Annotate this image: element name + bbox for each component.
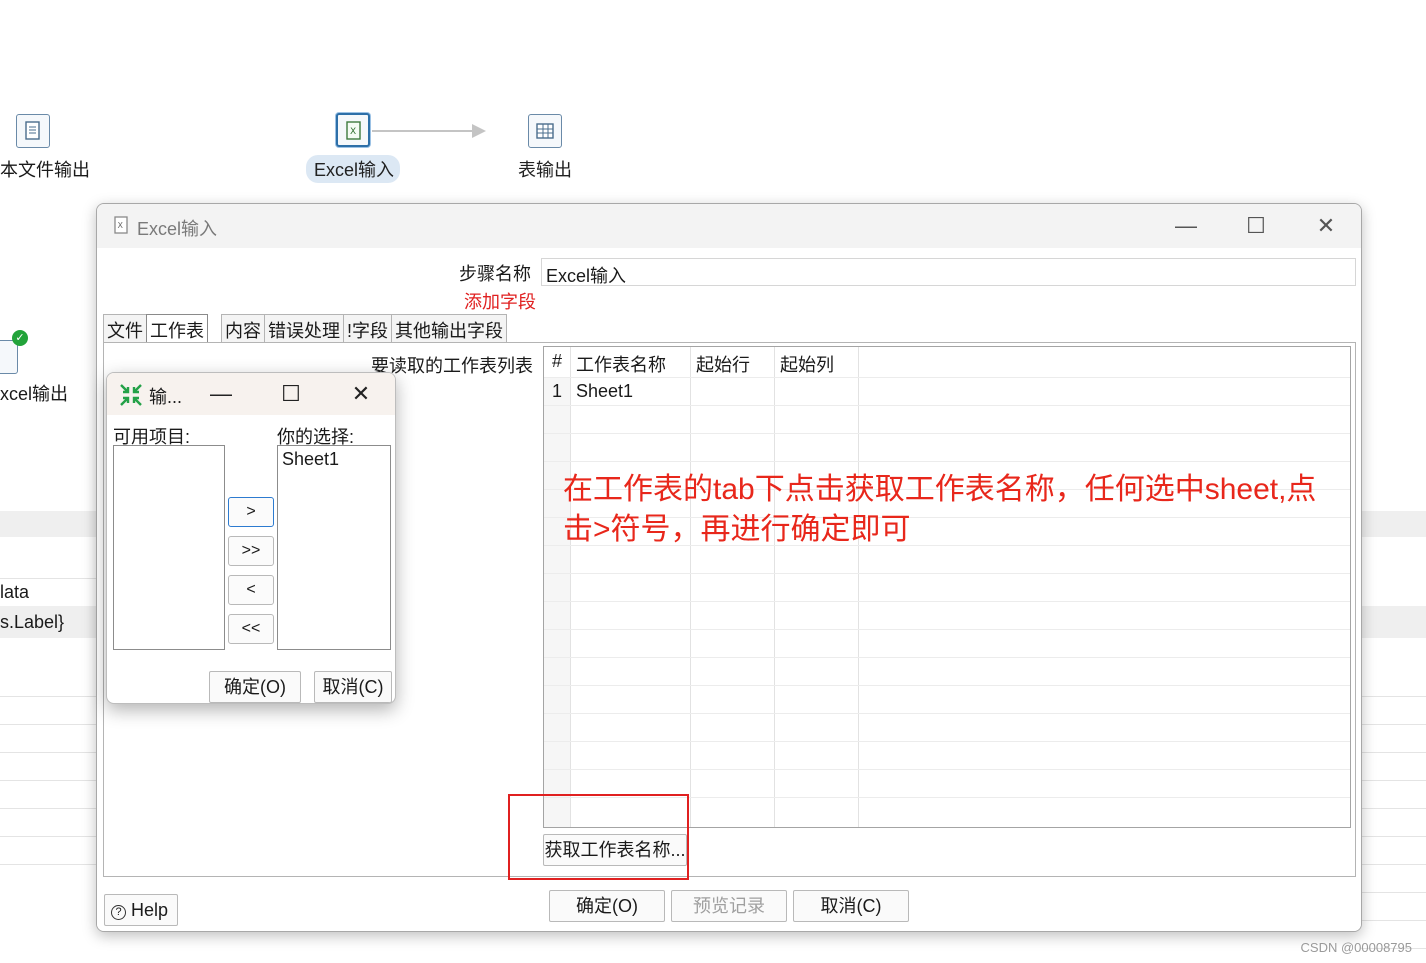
close-button[interactable]: ✕ — [341, 379, 381, 409]
bg-tab-label: lata — [0, 582, 30, 602]
tab-sheets[interactable]: 工作表 — [146, 314, 208, 342]
tab-content[interactable]: 内容 — [221, 314, 265, 342]
svg-text:X: X — [350, 127, 356, 137]
node-label: 表输出 — [518, 160, 572, 180]
node-table-output[interactable]: 表输出 — [505, 114, 585, 182]
text-file-output-icon — [16, 114, 50, 148]
node-text-file-output[interactable] — [16, 114, 50, 148]
hop-arrow[interactable] — [372, 124, 486, 138]
remove-one-button[interactable]: < — [228, 575, 274, 605]
tab-fields[interactable]: !字段 — [343, 314, 393, 342]
select-cancel-button[interactable]: 取消(C) — [314, 671, 392, 703]
select-sheets-dialog: 输... — ☐ ✕ 可用项目: 你的选择: Sheet1 > >> < << … — [106, 372, 396, 704]
grid-header-start-row[interactable]: 起始行 — [690, 347, 756, 377]
step-name-input[interactable]: Excel输入 — [541, 258, 1356, 286]
bg-panel-band — [1360, 511, 1426, 537]
help-icon: ? — [111, 905, 126, 920]
node-excel-output[interactable] — [0, 340, 18, 374]
close-button[interactable]: ✕ — [1303, 210, 1349, 242]
watermark: CSDN @00008795 — [1300, 940, 1412, 955]
grid-header-index[interactable]: # — [546, 347, 568, 377]
select-dialog-titlebar[interactable]: 输... — ☐ ✕ — [107, 373, 395, 415]
selected-items-list[interactable]: Sheet1 — [277, 445, 391, 650]
remove-all-button[interactable]: << — [228, 614, 274, 644]
svg-text:X: X — [118, 221, 124, 230]
dialog-title: Excel输入 — [137, 219, 218, 239]
tab-bar: 文件 工作表 内容 错误处理 !字段 其他输出字段 — [103, 314, 508, 342]
available-items-list[interactable] — [113, 445, 225, 650]
tab-error-handling[interactable]: 错误处理 — [264, 314, 344, 342]
annotation-note: 在工作表的tab下点击获取工作表名称，任何选中sheet,点击>符号，再进行确定… — [563, 473, 1317, 546]
list-item[interactable]: Sheet1 — [278, 446, 390, 473]
help-button-label: Help — [131, 900, 169, 920]
sheet-list-label: 要读取的工作表列表 — [371, 356, 533, 376]
table-output-icon — [528, 114, 562, 148]
maximize-button[interactable]: ☐ — [1233, 210, 1279, 242]
grid-header-sheet-name[interactable]: 工作表名称 — [570, 347, 672, 377]
add-all-button[interactable]: >> — [228, 536, 274, 566]
row-number-column — [544, 377, 570, 827]
bg-divider — [0, 578, 100, 579]
dialog-titlebar[interactable]: X Excel输入 — ☐ ✕ — [97, 204, 1361, 248]
ok-button[interactable]: 确定(O) — [549, 890, 665, 922]
node-label: 本文件输出 — [0, 160, 90, 180]
minimize-button[interactable]: — — [1163, 210, 1209, 242]
node-label: xcel输出 — [0, 384, 69, 404]
tab-file[interactable]: 文件 — [103, 314, 147, 342]
select-dialog-title: 输... — [149, 387, 183, 407]
checkmark-icon: ✓ — [12, 330, 28, 346]
grid-header-start-col[interactable]: 起始列 — [774, 347, 840, 377]
minimize-button[interactable]: — — [201, 379, 241, 409]
add-one-button[interactable]: > — [228, 497, 274, 527]
highlight-box — [508, 794, 689, 880]
sheet-list-grid[interactable]: # 工作表名称 起始行 起始列 1 Sheet1 — [543, 346, 1351, 828]
bg-panel-band — [1360, 606, 1426, 638]
tab-other-output-fields[interactable]: 其他输出字段 — [391, 314, 508, 342]
preview-button[interactable]: 预览记录 — [671, 890, 787, 922]
excel-input-icon: X — [336, 113, 370, 147]
shrink-arrows-icon — [119, 383, 143, 412]
node-label: Excel输入 — [306, 155, 400, 183]
add-field-label: 添加字段 — [464, 292, 536, 312]
select-ok-button[interactable]: 确定(O) — [209, 671, 301, 703]
excel-input-icon: X — [113, 216, 131, 241]
help-button[interactable]: ? Help — [104, 894, 178, 926]
cancel-button[interactable]: 取消(C) — [793, 890, 909, 922]
bg-label: s.Label} — [0, 612, 65, 632]
table-row-sheet-name[interactable]: Sheet1 — [576, 381, 633, 402]
node-excel-input[interactable]: X Excel输入 — [306, 113, 400, 183]
step-name-label: 步骤名称 — [459, 264, 531, 284]
maximize-button[interactable]: ☐ — [271, 379, 311, 409]
table-row-index[interactable]: 1 — [552, 381, 562, 402]
bg-panel-band — [0, 511, 100, 537]
